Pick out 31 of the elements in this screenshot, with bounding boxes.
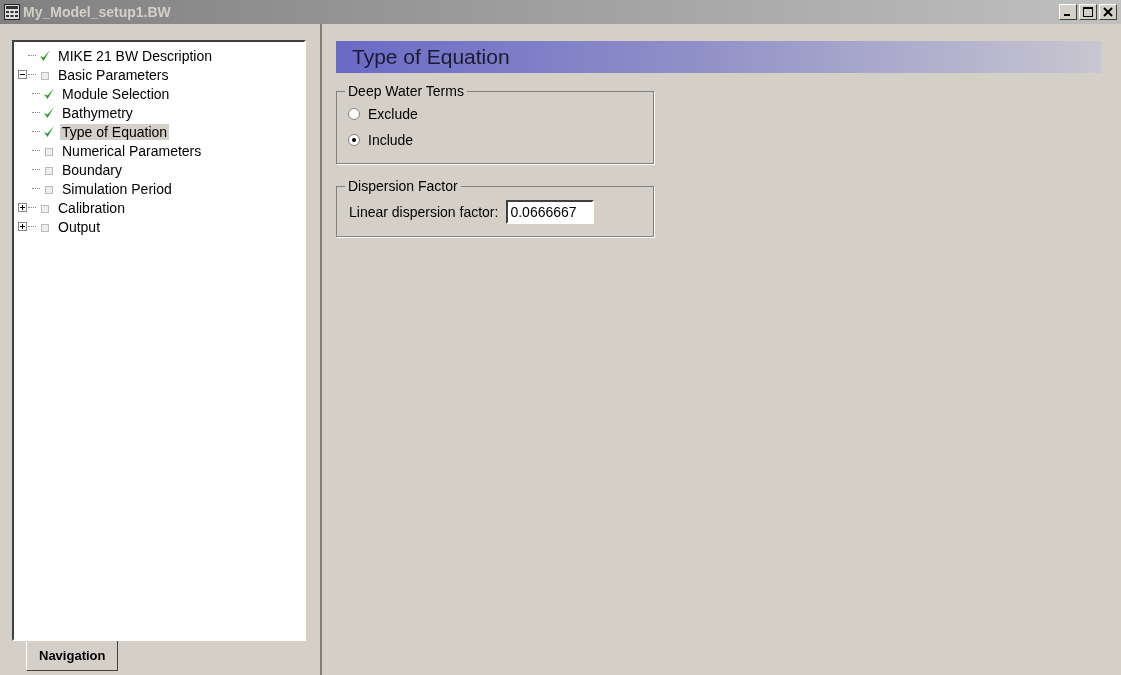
close-icon — [1103, 7, 1113, 17]
tree-item[interactable]: MIKE 21 BW Description — [56, 47, 215, 64]
tree-item[interactable]: Basic Parameters — [56, 66, 171, 83]
expander-icon[interactable] — [17, 222, 27, 231]
navigation-tab[interactable]: Navigation — [26, 641, 119, 671]
input-field[interactable]: 0.0666667 — [506, 200, 595, 224]
expander-icon[interactable] — [17, 70, 27, 79]
expander-icon[interactable] — [17, 203, 27, 212]
radio-label: Exclude — [368, 106, 418, 122]
tree-item[interactable]: Bathymetry — [60, 104, 135, 121]
minimize-button[interactable] — [1059, 4, 1077, 20]
group-legend: Deep Water Terms — [345, 83, 467, 99]
radio-button[interactable] — [348, 108, 360, 120]
field-label: Linear dispersion factor: — [349, 204, 499, 220]
maximize-button[interactable] — [1079, 4, 1097, 20]
maximize-icon — [1083, 7, 1093, 17]
calculator-icon — [4, 4, 20, 20]
tree-item[interactable]: Simulation Period — [60, 180, 174, 197]
tree-item[interactable]: Output — [56, 218, 103, 235]
tree-item[interactable]: Boundary — [60, 161, 124, 178]
close-button[interactable] — [1099, 4, 1117, 20]
tree-item[interactable]: Calibration — [56, 199, 127, 216]
window-title: My_Model_setup1.BW — [23, 4, 171, 20]
radio-label: Include — [368, 132, 414, 148]
page-title: Type of Equation — [352, 45, 510, 69]
minimize-icon — [1063, 14, 1070, 16]
tree-item[interactable]: Module Selection — [60, 85, 172, 102]
tree-item[interactable]: Type of Equation — [60, 123, 170, 140]
tree-item[interactable]: Numerical Parameters — [60, 142, 204, 159]
radio-button[interactable] — [348, 134, 360, 146]
group-legend: Dispersion Factor — [345, 178, 461, 194]
